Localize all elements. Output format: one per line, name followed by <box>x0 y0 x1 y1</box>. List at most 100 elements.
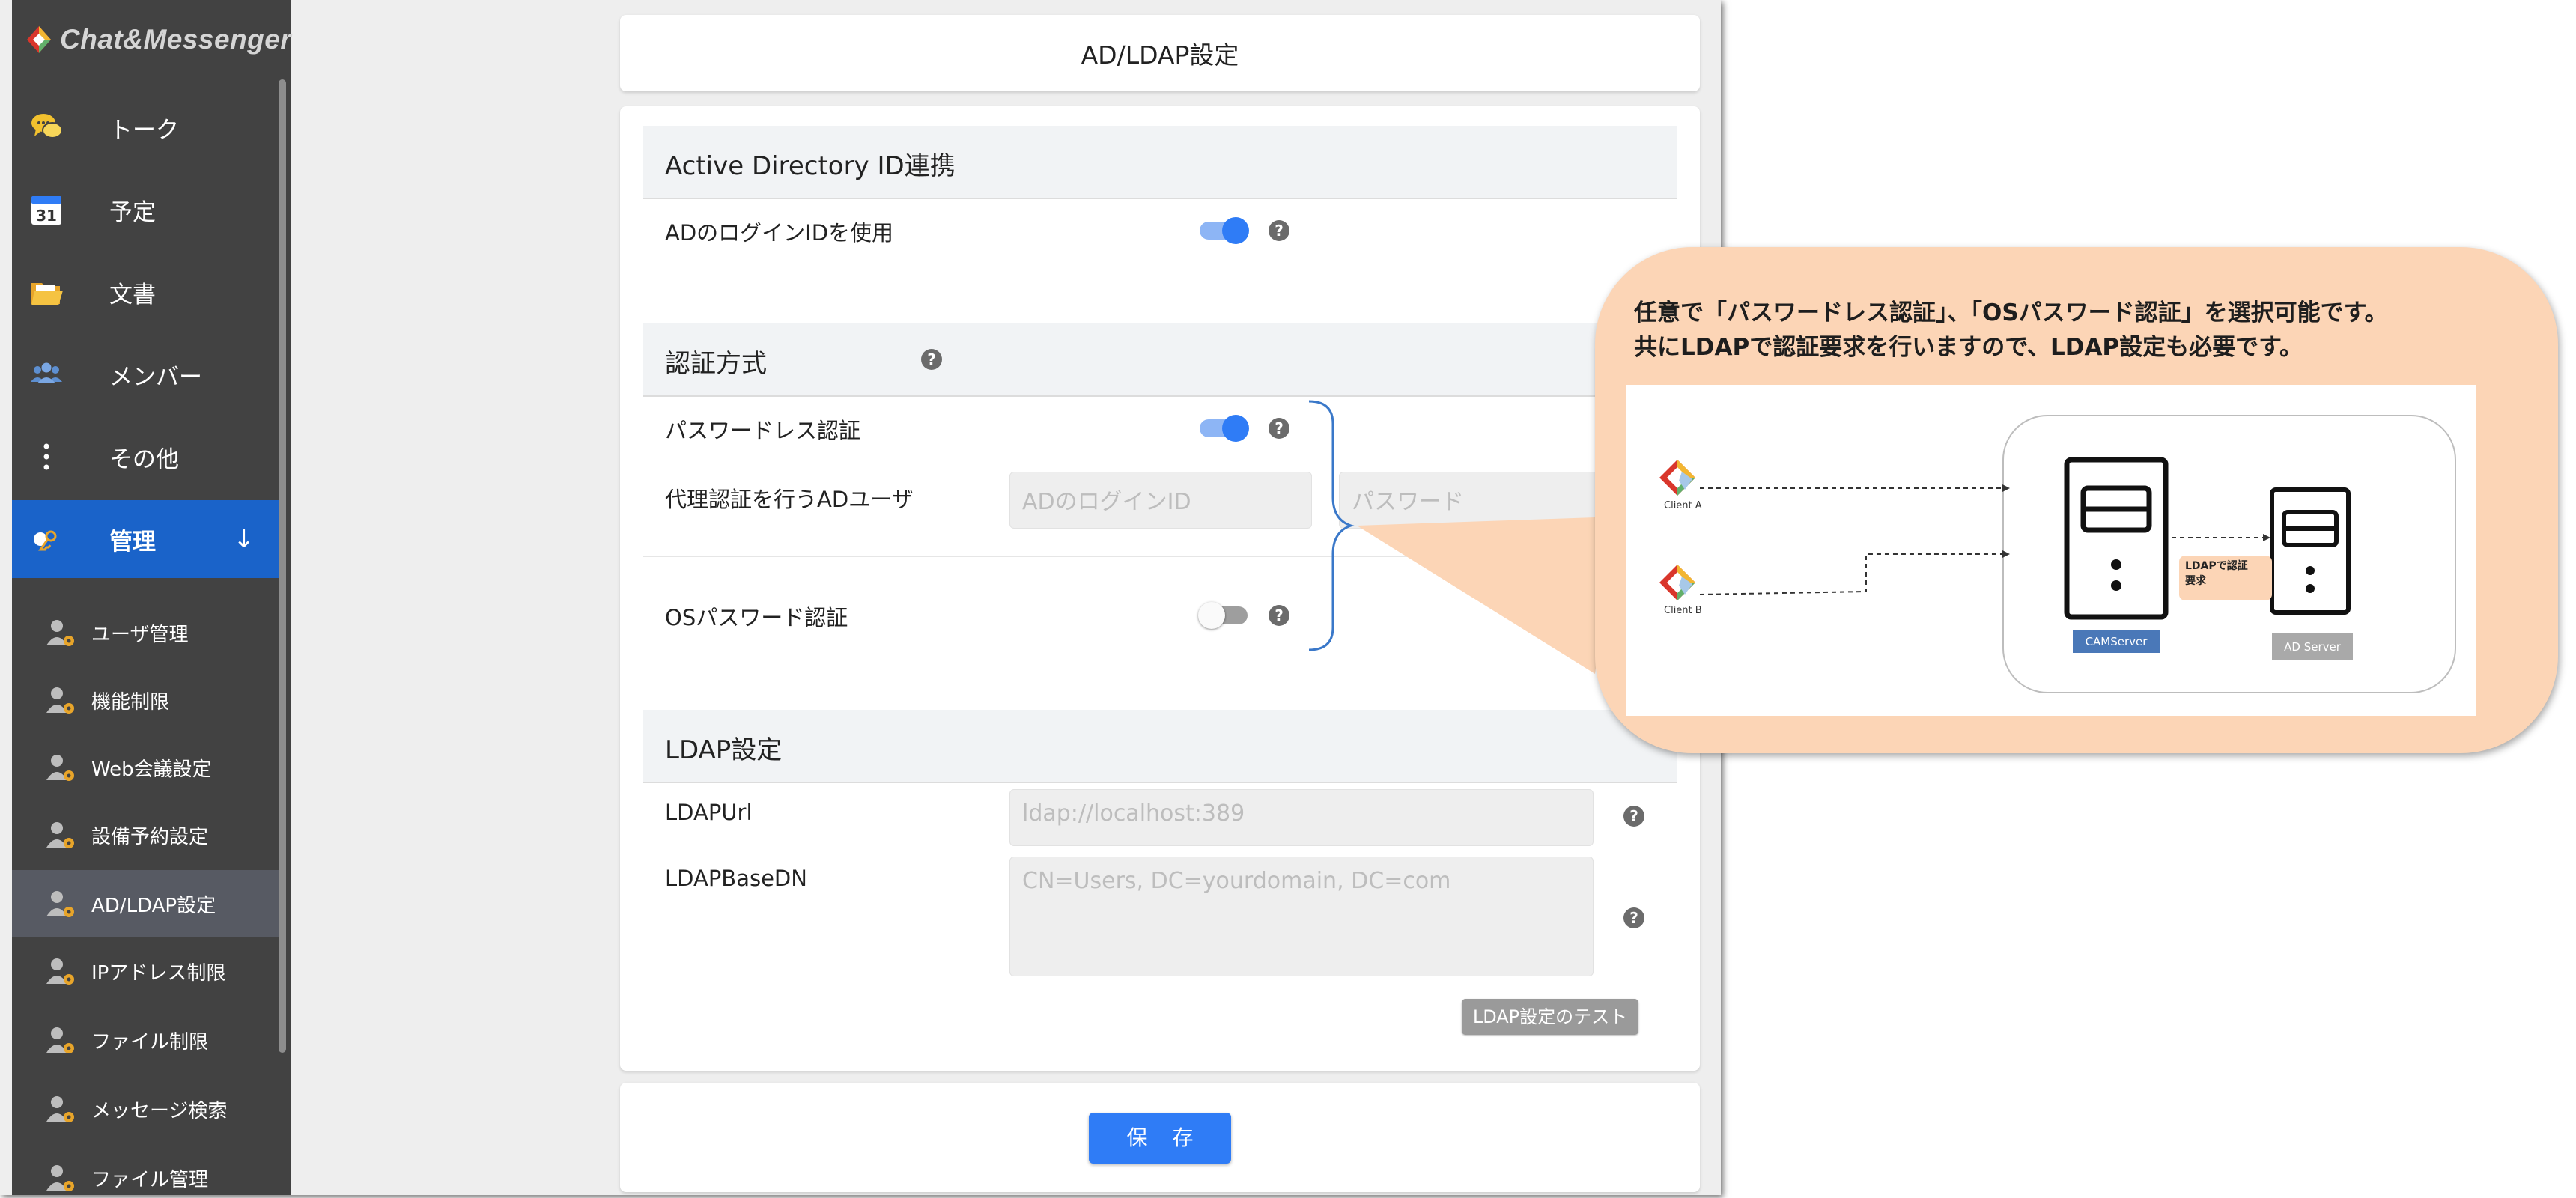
os-password-label: OSパスワード認証 <box>665 605 848 630</box>
admin-key-icon <box>34 530 57 551</box>
nav-label: トーク <box>109 116 179 144</box>
section-title: Active Directory ID連携 <box>665 151 956 181</box>
client-b-logo-icon <box>1659 565 1695 600</box>
nav-item-talk[interactable]: トーク <box>12 88 279 166</box>
svg-text:31: 31 <box>36 207 57 225</box>
section-title: 認証方式 <box>665 349 767 379</box>
help-icon[interactable]: ? <box>921 349 942 370</box>
client-a-logo-icon <box>1659 460 1695 496</box>
nav-item-other[interactable]: その他 <box>12 418 279 496</box>
user-gear-icon <box>46 1096 74 1122</box>
cam-server-icon <box>2064 457 2169 620</box>
section-title: LDAP設定 <box>665 735 783 765</box>
request-label: LDAPで認証 要求 <box>2185 559 2248 589</box>
main-content: AD/LDAP設定 Active Directory ID連携 ADのログインI… <box>291 0 1721 1195</box>
user-gear-icon <box>46 620 74 646</box>
cam-server-label: CAMServer <box>2073 630 2160 653</box>
ldap-test-button[interactable]: LDAP設定のテスト <box>1462 999 1638 1035</box>
admin-menu-feature-restriction[interactable]: 機能制限 <box>12 666 279 734</box>
os-password-toggle[interactable] <box>1198 602 1249 629</box>
ad-server-label: AD Server <box>2272 633 2353 660</box>
ldap-url-label: LDAPUrl <box>665 800 753 825</box>
use-ad-login-toggle[interactable] <box>1200 217 1249 244</box>
nav-item-members[interactable]: メンバー <box>12 335 279 413</box>
help-icon[interactable]: ? <box>1269 418 1289 439</box>
page-title-card: AD/LDAP設定 <box>620 15 1700 91</box>
sidebar: Chat&Messenger トーク 31 予定 文書 メンバー その他 管理 … <box>12 0 291 1195</box>
admin-menu-label: 機能制限 <box>91 690 170 714</box>
passwordless-toggle[interactable] <box>1200 415 1249 442</box>
help-icon[interactable]: ? <box>1623 907 1644 928</box>
save-button[interactable]: 保 存 <box>1089 1113 1231 1164</box>
settings-form: Active Directory ID連携 ADのログインIDを使用 ? 認証方… <box>620 106 1700 1071</box>
passwordless-label: パスワードレス認証 <box>665 418 861 443</box>
admin-menu-label: AD/LDAP設定 <box>91 894 216 917</box>
nav-label: 管理 <box>109 528 156 556</box>
page-title: AD/LDAP設定 <box>1081 40 1239 70</box>
nav-item-documents[interactable]: 文書 <box>12 253 279 331</box>
admin-menu-ip-restriction[interactable]: IPアドレス制限 <box>12 937 279 1005</box>
proxy-user-label: 代理認証を行うADユーザ <box>665 487 914 512</box>
admin-menu-label: 設備予約設定 <box>91 825 209 848</box>
help-icon[interactable]: ? <box>1269 605 1289 626</box>
section-header-ad: Active Directory ID連携 <box>643 126 1677 199</box>
user-gear-icon <box>46 1165 74 1191</box>
help-icon[interactable]: ? <box>1269 220 1289 241</box>
app-logo[interactable]: Chat&Messenger <box>24 7 291 72</box>
admin-menu-web-meeting[interactable]: Web会議設定 <box>12 734 279 801</box>
nav-item-schedule[interactable]: 31 予定 <box>12 171 279 249</box>
user-gear-icon <box>46 891 74 917</box>
admin-menu-file-management[interactable]: ファイル管理 <box>12 1144 279 1195</box>
admin-menu-file-restriction[interactable]: ファイル制限 <box>12 1006 279 1074</box>
admin-menu-label: ユーザ管理 <box>91 623 189 646</box>
admin-menu-label: メッセージ検索 <box>91 1099 228 1122</box>
arrow-client-b <box>1699 553 2002 595</box>
diagram-drawing <box>1659 457 2351 620</box>
row-divider <box>643 556 1677 557</box>
save-bar: 保 存 <box>620 1083 1700 1192</box>
user-gear-icon <box>46 958 74 985</box>
admin-menu-label: Web会議設定 <box>91 758 212 781</box>
logo-text: Chat&Messenger <box>60 24 292 55</box>
admin-menu-facility-booking[interactable]: 設備予約設定 <box>12 801 279 869</box>
auth-flow-diagram: CAMServer AD Server LDAPで認証 要求 Client A … <box>1626 385 2476 716</box>
members-icon <box>31 362 62 383</box>
nav-label: 予定 <box>109 198 156 226</box>
callout-line-2: 共にLDAPで認証要求を行いますので、LDAP設定も必要です。 <box>1634 334 2303 361</box>
client-a-label: Client A <box>1664 500 1702 511</box>
section-header-ldap: LDAP設定 <box>643 710 1677 783</box>
ldap-basedn-input[interactable]: CN=Users, DC=yourdomain, DC=com <box>1009 857 1594 976</box>
callout-line-1: 任意で「パスワードレス認証」、「OSパスワード認証」を選択可能です。 <box>1634 300 2388 326</box>
request-label-line-2: 要求 <box>2185 575 2206 587</box>
app-window: Chat&Messenger トーク 31 予定 文書 メンバー その他 管理 … <box>0 0 1721 1195</box>
admin-menu-user-management[interactable]: ユーザ管理 <box>12 599 279 666</box>
more-vertical-icon <box>43 443 49 470</box>
use-ad-login-label: ADのログインIDを使用 <box>665 220 894 246</box>
logo-mark-icon <box>27 26 51 53</box>
chat-bubbles-icon <box>31 114 63 139</box>
section-header-auth: 認証方式 ? <box>643 323 1677 397</box>
sidebar-scrollbar[interactable] <box>279 79 286 1053</box>
admin-menu-label: ファイル管理 <box>91 1168 209 1191</box>
ldap-basedn-label: LDAPBaseDN <box>665 866 807 891</box>
nav-label: 文書 <box>109 281 156 308</box>
admin-menu-label: ファイル制限 <box>91 1030 209 1053</box>
help-icon[interactable]: ? <box>1623 806 1644 827</box>
client-b-label: Client B <box>1664 605 1702 616</box>
nav-item-admin[interactable]: 管理 ↓ <box>12 500 279 578</box>
admin-menu-label: IPアドレス制限 <box>91 961 226 985</box>
expand-arrow-icon: ↓ <box>233 524 255 554</box>
request-label-line-1: LDAPで認証 <box>2185 560 2248 572</box>
explanation-callout: 任意で「パスワードレス認証」、「OSパスワード認証」を選択可能です。 共にLDA… <box>1595 247 2558 753</box>
nav-label: メンバー <box>109 363 202 391</box>
admin-menu-message-search[interactable]: メッセージ検索 <box>12 1075 279 1143</box>
user-gear-icon <box>46 822 74 848</box>
proxy-login-id-input[interactable]: ADのログインID <box>1009 472 1312 529</box>
user-gear-icon <box>46 755 74 781</box>
calendar-icon: 31 <box>31 196 61 225</box>
ad-server-icon <box>2270 487 2351 615</box>
user-gear-icon <box>46 1027 74 1053</box>
admin-menu-ad-ldap[interactable]: AD/LDAP設定 <box>12 870 279 937</box>
ldap-url-input[interactable]: ldap://localhost:389 <box>1009 789 1594 846</box>
user-gear-icon <box>46 687 74 714</box>
